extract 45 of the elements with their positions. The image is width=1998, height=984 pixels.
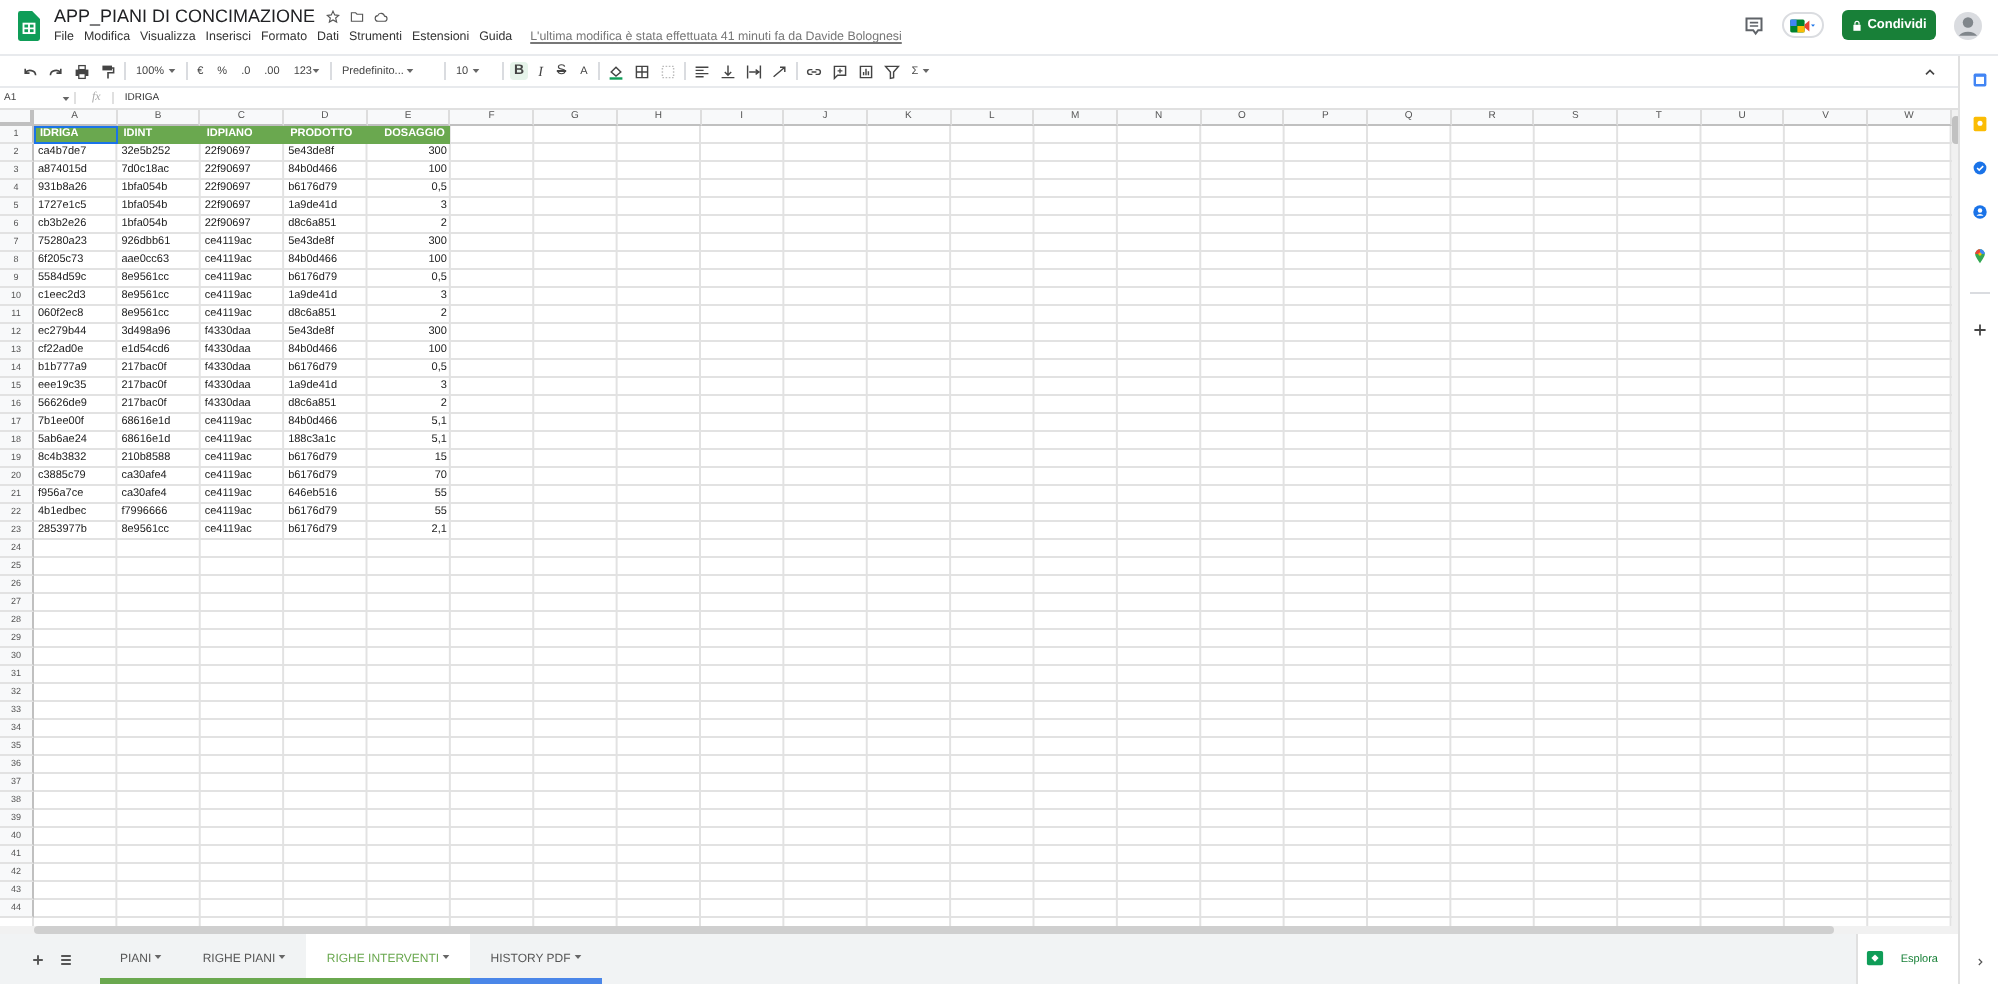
comment-icon[interactable] — [1744, 15, 1764, 35]
caret-icon — [573, 954, 582, 961]
meet-button[interactable] — [1782, 12, 1824, 38]
explore-icon — [1866, 950, 1885, 968]
star-icon[interactable] — [325, 9, 340, 23]
chart-icon[interactable] — [855, 63, 876, 79]
contacts-icon[interactable] — [1971, 204, 1987, 220]
vertical-align-icon[interactable] — [717, 63, 738, 79]
tasks-icon[interactable] — [1971, 160, 1987, 176]
text-rotation-icon[interactable] — [769, 63, 790, 79]
link-icon[interactable] — [803, 63, 824, 79]
filter-icon[interactable] — [881, 63, 902, 79]
calendar-icon[interactable] — [1971, 72, 1987, 88]
caret-icon — [921, 67, 930, 74]
map-pin-icon[interactable] — [1971, 248, 1987, 264]
undo-icon[interactable] — [20, 63, 40, 79]
caret-icon — [167, 67, 176, 74]
comment-add-icon[interactable] — [829, 63, 850, 79]
redo-icon[interactable] — [46, 63, 66, 79]
caret-icon — [406, 67, 415, 74]
align-left-icon[interactable] — [691, 63, 712, 79]
folder-icon[interactable] — [349, 9, 364, 23]
add-sheet-icon[interactable] — [30, 951, 46, 967]
avatar-icon[interactable] — [1954, 11, 1982, 39]
caret-icon — [471, 67, 480, 74]
cloud-icon[interactable] — [373, 9, 388, 23]
caret-icon — [154, 954, 163, 961]
document-title[interactable]: APP_PIANI DI CONCIMAZIONE — [54, 6, 316, 26]
paint-format-icon[interactable] — [98, 63, 118, 79]
text-wrap-icon[interactable] — [743, 63, 764, 79]
caret-icon — [62, 95, 70, 101]
caret-icon — [312, 67, 320, 74]
print-icon[interactable] — [72, 63, 92, 79]
caret-icon — [442, 954, 451, 961]
borders-icon[interactable] — [631, 63, 652, 79]
merge-cells-icon[interactable] — [657, 63, 678, 79]
sheet-list-icon[interactable] — [58, 951, 74, 967]
lock-icon — [1851, 19, 1862, 31]
caret-icon — [278, 954, 287, 961]
sheets-logo-icon[interactable] — [18, 10, 40, 42]
expand-panel-icon[interactable] — [1973, 956, 1985, 968]
fill-color-icon[interactable] — [605, 63, 626, 79]
add-icon[interactable] — [1971, 322, 1987, 338]
video-camera-icon — [1790, 17, 1816, 33]
horizontal-scrollbar[interactable] — [0, 926, 1958, 934]
